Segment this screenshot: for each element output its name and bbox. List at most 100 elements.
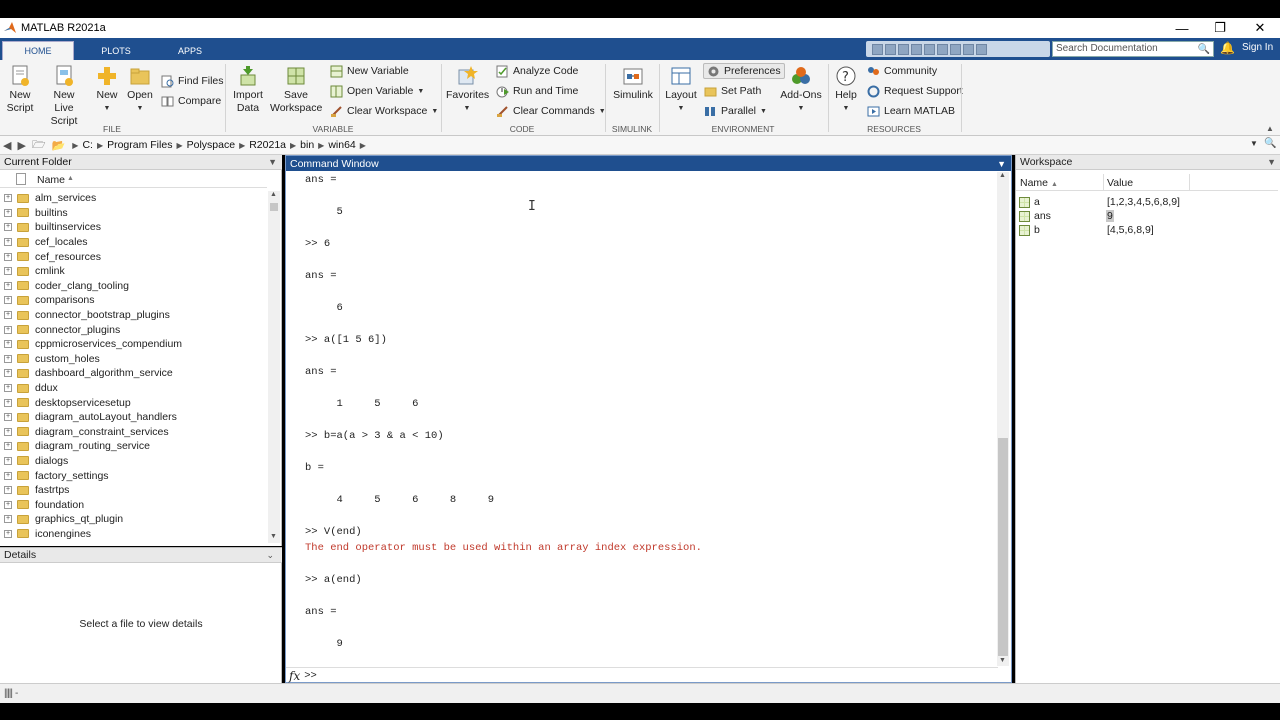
import-data-button[interactable]: Import Data [230,65,266,115]
path-segment[interactable]: Program Files [107,139,172,151]
search-icon[interactable]: 🔍 [1198,43,1210,57]
list-item[interactable]: + diagram_constraint_services [0,425,267,440]
list-item[interactable]: + ddux [0,381,267,396]
function-browser-fx-icon[interactable]: fx [289,669,300,683]
add-ons-button[interactable]: Add-Ons ▼ [778,65,824,115]
close-button[interactable]: ✕ [1240,18,1280,38]
list-item[interactable]: + custom_holes [0,352,267,367]
help-button[interactable]: ? Help ▼ [832,65,860,115]
path-segment[interactable]: win64 [328,139,355,151]
help-icon[interactable] [963,43,974,55]
switch-windows-icon[interactable] [950,43,961,55]
clear-workspace-button[interactable]: Clear Workspace ▼ [330,103,438,119]
folder-list-scrollbar[interactable]: ▲ ▼ [268,191,280,543]
minimize-button[interactable]: — [1162,18,1202,38]
find-files-button[interactable]: Find Files [161,73,224,89]
expand-plus-icon[interactable]: + [4,529,12,538]
expand-plus-icon[interactable]: + [4,442,12,451]
list-item[interactable]: + alm_services [0,191,267,206]
path-segment[interactable]: Polyspace [187,139,235,151]
command-prompt-line[interactable]: fx >> [286,667,998,683]
new-live-script-button[interactable]: New Live Script [40,65,88,128]
list-item[interactable]: + desktopservicesetup [0,395,267,410]
list-item[interactable]: + cmlink [0,264,267,279]
notifications-bell-icon[interactable]: 🔔 [1220,41,1235,55]
expand-plus-icon[interactable]: + [4,325,12,334]
path-segment[interactable]: bin [300,139,314,151]
list-item[interactable]: + cppmicroservices_compendium [0,337,267,352]
sign-in-link[interactable]: Sign In [1242,42,1273,53]
expand-plus-icon[interactable]: + [4,471,12,480]
list-item[interactable]: + coder_clang_tooling [0,279,267,294]
open-variable-button[interactable]: Open Variable ▼ [330,83,424,99]
command-output[interactable]: ans = 5 >> 6 ans = 6 >> a([1 5 6]) ans = 1 5… [305,172,995,666]
new-script-button[interactable]: New Script [4,65,36,115]
redo-icon[interactable] [937,43,948,55]
list-item[interactable]: + cef_resources [0,249,267,264]
search-folder-icon[interactable]: 🔍 [1264,138,1276,149]
list-item[interactable]: + comparisons [0,293,267,308]
back-arrow-icon[interactable]: ◀ [3,139,11,152]
settings-icon[interactable] [976,43,987,55]
browse-folder-icon[interactable]: 📂 [52,139,66,152]
cut-icon[interactable] [885,43,896,55]
learn-matlab-link[interactable]: Learn MATLAB [867,103,955,119]
tab-plots[interactable]: PLOTS [80,41,152,60]
analyze-code-button[interactable]: Analyze Code [496,63,578,79]
search-documentation-input[interactable]: Search Documentation 🔍 [1052,41,1214,57]
expand-plus-icon[interactable]: + [4,369,12,378]
table-row[interactable]: b [4,5,6,8,9] [1016,223,1278,237]
expand-plus-icon[interactable]: + [4,238,12,247]
run-and-time-button[interactable]: Run and Time [496,83,578,99]
forward-arrow-icon[interactable]: ▶ [17,139,25,152]
scroll-down-icon[interactable]: ▼ [999,657,1006,664]
community-link[interactable]: Community [867,63,937,79]
expand-plus-icon[interactable]: + [4,194,12,203]
request-support-link[interactable]: Request Support [867,83,963,99]
expand-plus-icon[interactable]: + [4,340,12,349]
path-dropdown-icon[interactable]: ▼ [1250,139,1258,148]
expand-plus-icon[interactable]: + [4,296,12,305]
clear-commands-button[interactable]: Clear Commands ▼ [496,103,606,119]
parallel-button[interactable]: Parallel ▼ [704,103,767,119]
panel-actions-icon[interactable]: ▼ [268,157,277,167]
path-segment[interactable]: C: [82,139,93,151]
list-item[interactable]: + builtinservices [0,220,267,235]
list-item[interactable]: + dialogs [0,454,267,469]
layout-button[interactable]: Layout ▼ [664,65,698,115]
list-item[interactable]: + factory_settings [0,468,267,483]
copy-icon[interactable] [898,43,909,55]
list-item[interactable]: + foundation [0,497,267,512]
favorites-button[interactable]: Favorites ▼ [446,65,489,115]
list-item[interactable]: + dashboard_algorithm_service [0,366,267,381]
open-button[interactable]: Open ▼ [126,65,154,115]
scrollbar-thumb[interactable] [998,438,1008,656]
undo-icon[interactable] [924,43,935,55]
preferences-button[interactable]: Preferences [703,63,785,79]
paste-icon[interactable] [911,43,922,55]
chevron-down-icon[interactable]: ⌄ [266,550,274,561]
scroll-up-icon[interactable]: ▲ [270,191,277,198]
expand-plus-icon[interactable]: + [4,427,12,436]
expand-plus-icon[interactable]: + [4,413,12,422]
list-item[interactable]: + connector_plugins [0,322,267,337]
set-path-button[interactable]: Set Path [704,83,761,99]
list-item[interactable]: + builtins [0,206,267,221]
path-segment[interactable]: R2021a [249,139,286,151]
expand-plus-icon[interactable]: + [4,223,12,232]
save-workspace-button[interactable]: Save Workspace [270,65,322,115]
list-item[interactable]: + diagram_autoLayout_handlers [0,410,267,425]
collapse-toolstrip-icon[interactable]: ▲ [1266,124,1274,133]
expand-plus-icon[interactable]: + [4,252,12,261]
panel-actions-icon[interactable]: ▼ [997,159,1006,169]
expand-plus-icon[interactable]: + [4,267,12,276]
list-item[interactable]: + cef_locales [0,235,267,250]
scroll-down-icon[interactable]: ▼ [270,533,277,540]
expand-plus-icon[interactable]: + [4,500,12,509]
name-column-header[interactable]: Name ▲ [1016,174,1104,190]
expand-plus-icon[interactable]: + [4,486,12,495]
expand-plus-icon[interactable]: + [4,208,12,217]
table-row[interactable]: ans 9 [1016,209,1278,223]
list-item[interactable]: + diagram_routing_service [0,439,267,454]
save-icon[interactable] [872,43,883,55]
